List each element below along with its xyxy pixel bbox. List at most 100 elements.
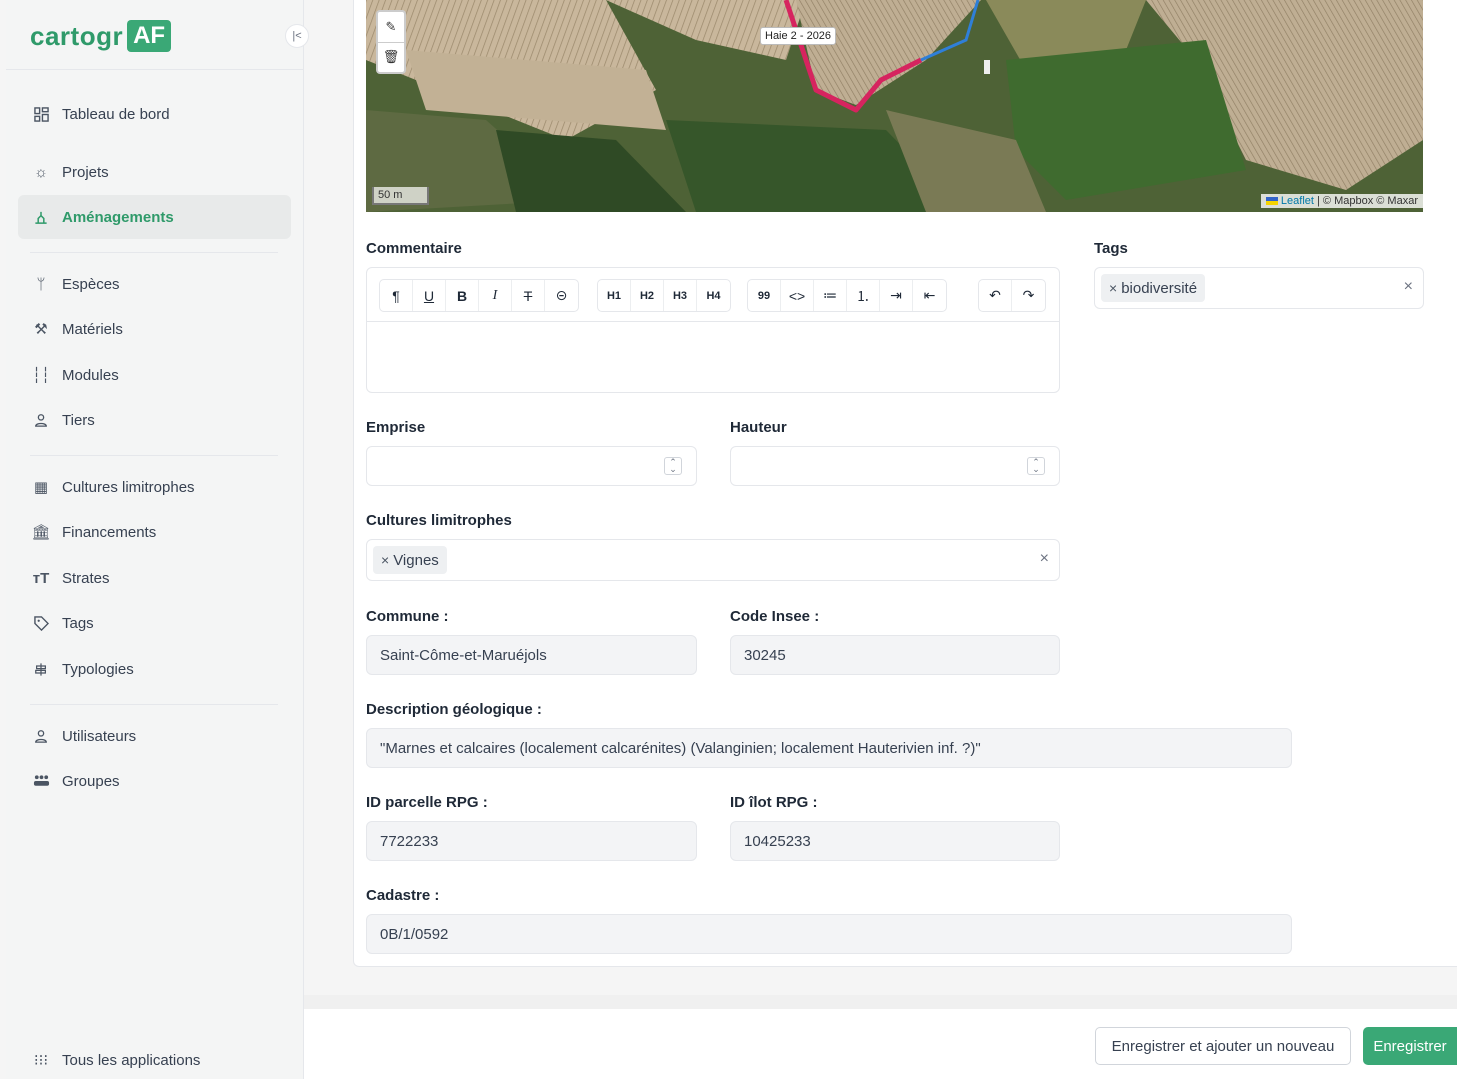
map-scale: 50 m	[372, 187, 429, 205]
undo-button[interactable]: ↶	[979, 280, 1012, 311]
strike-button[interactable]: T	[512, 280, 545, 311]
sidebar-item-label: Cultures limitrophes	[62, 478, 195, 496]
flag-icon	[1265, 197, 1278, 206]
sidebar-item-utilisateurs[interactable]: Utilisateurs	[18, 714, 291, 758]
map-feature-label: Haie 2 - 2026	[760, 27, 837, 45]
delete-layers-button[interactable]: 🗑	[378, 43, 404, 73]
save-and-new-button[interactable]: Enregistrer et ajouter un nouveau	[1095, 1027, 1351, 1065]
bank-icon: 🏛	[31, 524, 51, 541]
toolbar-group-format: ¶ U B I T ⊝	[379, 279, 579, 312]
paragraph-button[interactable]: ¶	[380, 280, 413, 311]
code-button[interactable]: <>	[781, 280, 814, 311]
italic-button[interactable]: I	[479, 280, 512, 311]
all-apps-link[interactable]: ⁝⁝⁝ Tous les applications	[18, 1038, 291, 1079]
h2-button[interactable]: H2	[631, 280, 664, 311]
save-button[interactable]: Enregistrer	[1363, 1027, 1457, 1065]
tags-select[interactable]: × biodiversité ×	[1094, 267, 1424, 309]
id-parcelle-field: 7722233	[366, 821, 697, 861]
outdent-button[interactable]: ⇤	[913, 280, 946, 311]
sidebar-item-tableau-de-bord[interactable]: Tableau de bord	[18, 92, 291, 136]
number-spinner-icon[interactable]: ⌃ ⌄	[664, 457, 682, 475]
sidebar-item-label: Aménagements	[62, 208, 174, 226]
link-button[interactable]: ⊝	[545, 280, 578, 311]
sidebar-item-financements[interactable]: 🏛 Financements	[18, 510, 291, 554]
sidebar-item-especes[interactable]: ᛘ Espèces	[18, 262, 291, 306]
blockquote-button[interactable]: 99	[748, 280, 781, 311]
divider	[30, 455, 278, 456]
sidebar-item-label: Groupes	[62, 772, 120, 790]
h1-button[interactable]: H1	[598, 280, 631, 311]
editor-toolbar: ¶ U B I T ⊝ H1 H2 H3 H4 99 <> ≔ ⒈ ⇥ ⇤ ↶ …	[367, 268, 1059, 322]
indent-button[interactable]: ⇥	[880, 280, 913, 311]
underline-button[interactable]: U	[413, 280, 446, 311]
ordered-list-button[interactable]: ⒈	[847, 280, 880, 311]
sidebar-item-cultures-limitrophes[interactable]: ▦ Cultures limitrophes	[18, 465, 291, 509]
footer-separator	[304, 995, 1457, 1009]
id-ilot-label: ID îlot RPG :	[730, 794, 818, 811]
cultures-select[interactable]: × Vignes ×	[366, 539, 1060, 581]
hauteur-input[interactable]: ⌃ ⌄	[730, 446, 1060, 486]
sidebar-item-modules[interactable]: ┆┆ Modules	[18, 353, 291, 397]
id-ilot-field: 10425233	[730, 821, 1060, 861]
sidebar-item-label: Espèces	[62, 275, 120, 293]
cultures-label: Cultures limitrophes	[366, 512, 512, 529]
sidebar-item-groupes[interactable]: Groupes	[18, 759, 291, 803]
divider	[30, 704, 278, 705]
group-icon	[32, 774, 50, 788]
satellite-imagery	[366, 0, 1423, 212]
h4-button[interactable]: H4	[697, 280, 730, 311]
sidebar-item-typologies[interactable]: Typologies	[18, 647, 291, 691]
sidebar-item-label: Modules	[62, 366, 119, 384]
sidebar-item-amenagements[interactable]: Aménagements	[18, 195, 291, 239]
toolbar-group-headings: H1 H2 H3 H4	[597, 279, 731, 312]
bold-button[interactable]: B	[446, 280, 479, 311]
remove-chip-icon[interactable]: ×	[1109, 280, 1117, 296]
sidebar-item-materiels[interactable]: ⚒ Matériels	[18, 307, 291, 351]
sidebar-collapse-button[interactable]: |<	[285, 24, 309, 48]
edit-layers-button[interactable]: ✎	[378, 12, 404, 43]
redo-button[interactable]: ↷	[1012, 280, 1045, 311]
description-geo-label: Description géologique :	[366, 701, 542, 718]
culture-chip-label: Vignes	[393, 551, 439, 569]
h3-button[interactable]: H3	[664, 280, 697, 311]
sidebar-item-strates[interactable]: тT Strates	[18, 556, 291, 600]
tag-chip-label: biodiversité	[1121, 279, 1198, 297]
tags-label: Tags	[1094, 240, 1128, 257]
map[interactable]: ✎ 🗑 Haie 2 - 2026 50 m Leaflet | © Mapbo…	[366, 0, 1423, 212]
description-geo-field: "Marnes et calcaires (localement calcaré…	[366, 728, 1292, 768]
sprout-icon: ᛘ	[36, 275, 46, 293]
signpost-icon	[32, 662, 50, 677]
logo-badge: AF	[127, 20, 172, 52]
code-insee-label: Code Insee :	[730, 608, 820, 625]
bullet-list-button[interactable]: ≔	[814, 280, 847, 311]
number-spinner-icon[interactable]: ⌃ ⌄	[1027, 457, 1045, 475]
app-logo[interactable]: cartogr AF	[30, 20, 172, 52]
sidebar-item-tags[interactable]: Tags	[18, 601, 291, 645]
sidebar-item-label: Tags	[62, 614, 94, 632]
main-content: ✎ 🗑 Haie 2 - 2026 50 m Leaflet | © Mapbo…	[304, 0, 1457, 1079]
clear-tags-icon[interactable]: ×	[1404, 278, 1413, 296]
sidebar-item-label: Matériels	[62, 320, 123, 338]
text-size-icon: тT	[32, 569, 50, 587]
logo-row: cartogr AF	[6, 0, 303, 70]
dashboard-icon	[32, 106, 50, 122]
field-icon: ▦	[33, 479, 49, 496]
sidebar-item-tiers[interactable]: Tiers	[18, 398, 291, 442]
grid-dots-icon: ⁝⁝⁝	[33, 1052, 49, 1069]
clear-cultures-icon[interactable]: ×	[1040, 550, 1049, 568]
logo-text: cartogr	[30, 20, 124, 51]
commentaire-textarea[interactable]	[367, 322, 1059, 392]
emprise-input[interactable]: ⌃ ⌄	[366, 446, 697, 486]
leaflet-link[interactable]: Leaflet	[1281, 195, 1314, 207]
sidebar-item-label: Tableau de bord	[62, 105, 170, 123]
divider	[30, 252, 278, 253]
sidebar-item-projets[interactable]: ☼ Projets	[18, 150, 291, 194]
commune-label: Commune :	[366, 608, 449, 625]
sidebar-item-label: Strates	[62, 569, 110, 587]
remove-chip-icon[interactable]: ×	[381, 552, 389, 568]
sidebar-item-label: Projets	[62, 163, 109, 181]
cadastre-label: Cadastre :	[366, 887, 440, 904]
user-icon	[32, 413, 50, 427]
sidebar-item-label: Tiers	[62, 411, 95, 429]
map-attribution: Leaflet | © Mapbox © Maxar	[1260, 194, 1423, 208]
